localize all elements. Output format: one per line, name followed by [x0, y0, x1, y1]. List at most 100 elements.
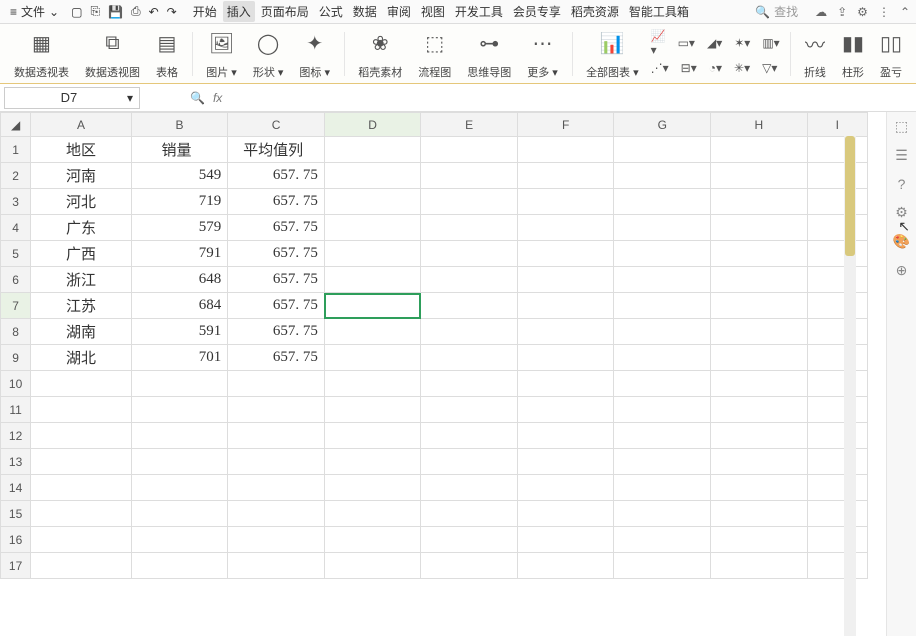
cell-H5[interactable] [711, 241, 808, 267]
cell-G2[interactable] [614, 163, 711, 189]
cell-H16[interactable] [711, 527, 808, 553]
mini-scatter-icon[interactable]: ⋰▾ [649, 60, 671, 76]
row-header-1[interactable]: 1 [1, 137, 31, 163]
cell-E14[interactable] [421, 475, 518, 501]
cell-G16[interactable] [614, 527, 711, 553]
cell-E17[interactable] [421, 553, 518, 579]
cell-I5[interactable] [807, 241, 867, 267]
cell-D1[interactable] [324, 137, 421, 163]
cell-F8[interactable] [517, 319, 614, 345]
select-all-corner[interactable]: ◢ [1, 113, 31, 137]
cell-D14[interactable] [324, 475, 421, 501]
cell-I4[interactable] [807, 215, 867, 241]
cell-E5[interactable] [421, 241, 518, 267]
cell-B1[interactable]: 销量 [131, 137, 228, 163]
rib-table[interactable]: ▤ 表格 [150, 28, 184, 80]
cell-C6[interactable]: 657. 75 [228, 267, 325, 293]
tab-pagelayout[interactable]: 页面布局 [257, 1, 313, 22]
rib-pivot-table[interactable]: ▦ 数据透视表 [8, 28, 75, 80]
cell-H14[interactable] [711, 475, 808, 501]
rib-spark-wl[interactable]: ▯▯ 盈亏 [874, 28, 908, 80]
cell-C15[interactable] [228, 501, 325, 527]
cell-B13[interactable] [131, 449, 228, 475]
col-header-B[interactable]: B [131, 113, 228, 137]
rib-icons[interactable]: ✦ 图标 ▾ [293, 28, 336, 80]
cell-H3[interactable] [711, 189, 808, 215]
col-header-F[interactable]: F [517, 113, 614, 137]
cell-I1[interactable] [807, 137, 867, 163]
row-header-13[interactable]: 13 [1, 449, 31, 475]
row-header-11[interactable]: 11 [1, 397, 31, 423]
cell-D7[interactable] [324, 293, 421, 319]
rail-select-icon[interactable]: ⬚ [895, 118, 908, 135]
row-header-10[interactable]: 10 [1, 371, 31, 397]
tab-member[interactable]: 会员专享 [509, 1, 565, 22]
tab-review[interactable]: 审阅 [383, 1, 415, 22]
cell-F13[interactable] [517, 449, 614, 475]
cell-G14[interactable] [614, 475, 711, 501]
cell-A4[interactable]: 广东 [31, 215, 132, 241]
cell-E15[interactable] [421, 501, 518, 527]
rail-style-icon[interactable]: 🎨 [893, 233, 910, 250]
formula-input[interactable] [230, 87, 916, 109]
cell-G15[interactable] [614, 501, 711, 527]
cell-B17[interactable] [131, 553, 228, 579]
cell-D4[interactable] [324, 215, 421, 241]
cell-G17[interactable] [614, 553, 711, 579]
cell-A5[interactable]: 广西 [31, 241, 132, 267]
cell-B14[interactable] [131, 475, 228, 501]
cell-C11[interactable] [228, 397, 325, 423]
vertical-scrollbar[interactable] [844, 136, 856, 636]
cell-H13[interactable] [711, 449, 808, 475]
cell-B4[interactable]: 579 [131, 215, 228, 241]
cell-C4[interactable]: 657. 75 [228, 215, 325, 241]
cell-I2[interactable] [807, 163, 867, 189]
rail-layers-icon[interactable]: ☰ [895, 147, 908, 164]
cell-D8[interactable] [324, 319, 421, 345]
cell-D6[interactable] [324, 267, 421, 293]
cell-D3[interactable] [324, 189, 421, 215]
cell-G3[interactable] [614, 189, 711, 215]
rib-spark-line[interactable]: 〰 折线 [798, 28, 832, 80]
cell-G1[interactable] [614, 137, 711, 163]
rail-settings-icon[interactable]: ⚙ [895, 204, 908, 221]
cell-A3[interactable]: 河北 [31, 189, 132, 215]
cell-I15[interactable] [807, 501, 867, 527]
qa-open-icon[interactable]: ⎘ [90, 4, 100, 19]
cell-D10[interactable] [324, 371, 421, 397]
row-header-4[interactable]: 4 [1, 215, 31, 241]
cell-I10[interactable] [807, 371, 867, 397]
cell-F12[interactable] [517, 423, 614, 449]
cell-I13[interactable] [807, 449, 867, 475]
rib-more[interactable]: ⋯ 更多 ▾ [521, 28, 564, 80]
cell-H6[interactable] [711, 267, 808, 293]
cell-F6[interactable] [517, 267, 614, 293]
col-header-I[interactable]: I [807, 113, 867, 137]
col-header-H[interactable]: H [711, 113, 808, 137]
cell-A8[interactable]: 湖南 [31, 319, 132, 345]
cell-A16[interactable] [31, 527, 132, 553]
cell-C17[interactable] [228, 553, 325, 579]
cell-G4[interactable] [614, 215, 711, 241]
cell-D16[interactable] [324, 527, 421, 553]
cell-F14[interactable] [517, 475, 614, 501]
cell-G5[interactable] [614, 241, 711, 267]
cell-A12[interactable] [31, 423, 132, 449]
cell-I12[interactable] [807, 423, 867, 449]
cell-B7[interactable]: 684 [131, 293, 228, 319]
cell-H4[interactable] [711, 215, 808, 241]
qa-new-icon[interactable]: ▢ [71, 5, 82, 19]
cloud-icon[interactable]: ☁ [815, 5, 827, 19]
cell-B2[interactable]: 549 [131, 163, 228, 189]
cell-I3[interactable] [807, 189, 867, 215]
mini-pie-icon[interactable]: ◔▾ [707, 60, 724, 76]
cell-H7[interactable] [711, 293, 808, 319]
cell-B15[interactable] [131, 501, 228, 527]
settings-icon[interactable]: ⚙ [857, 5, 868, 19]
row-header-9[interactable]: 9 [1, 345, 31, 371]
cell-E1[interactable] [421, 137, 518, 163]
cell-G6[interactable] [614, 267, 711, 293]
cell-I8[interactable] [807, 319, 867, 345]
row-header-7[interactable]: 7 [1, 293, 31, 319]
cell-D13[interactable] [324, 449, 421, 475]
